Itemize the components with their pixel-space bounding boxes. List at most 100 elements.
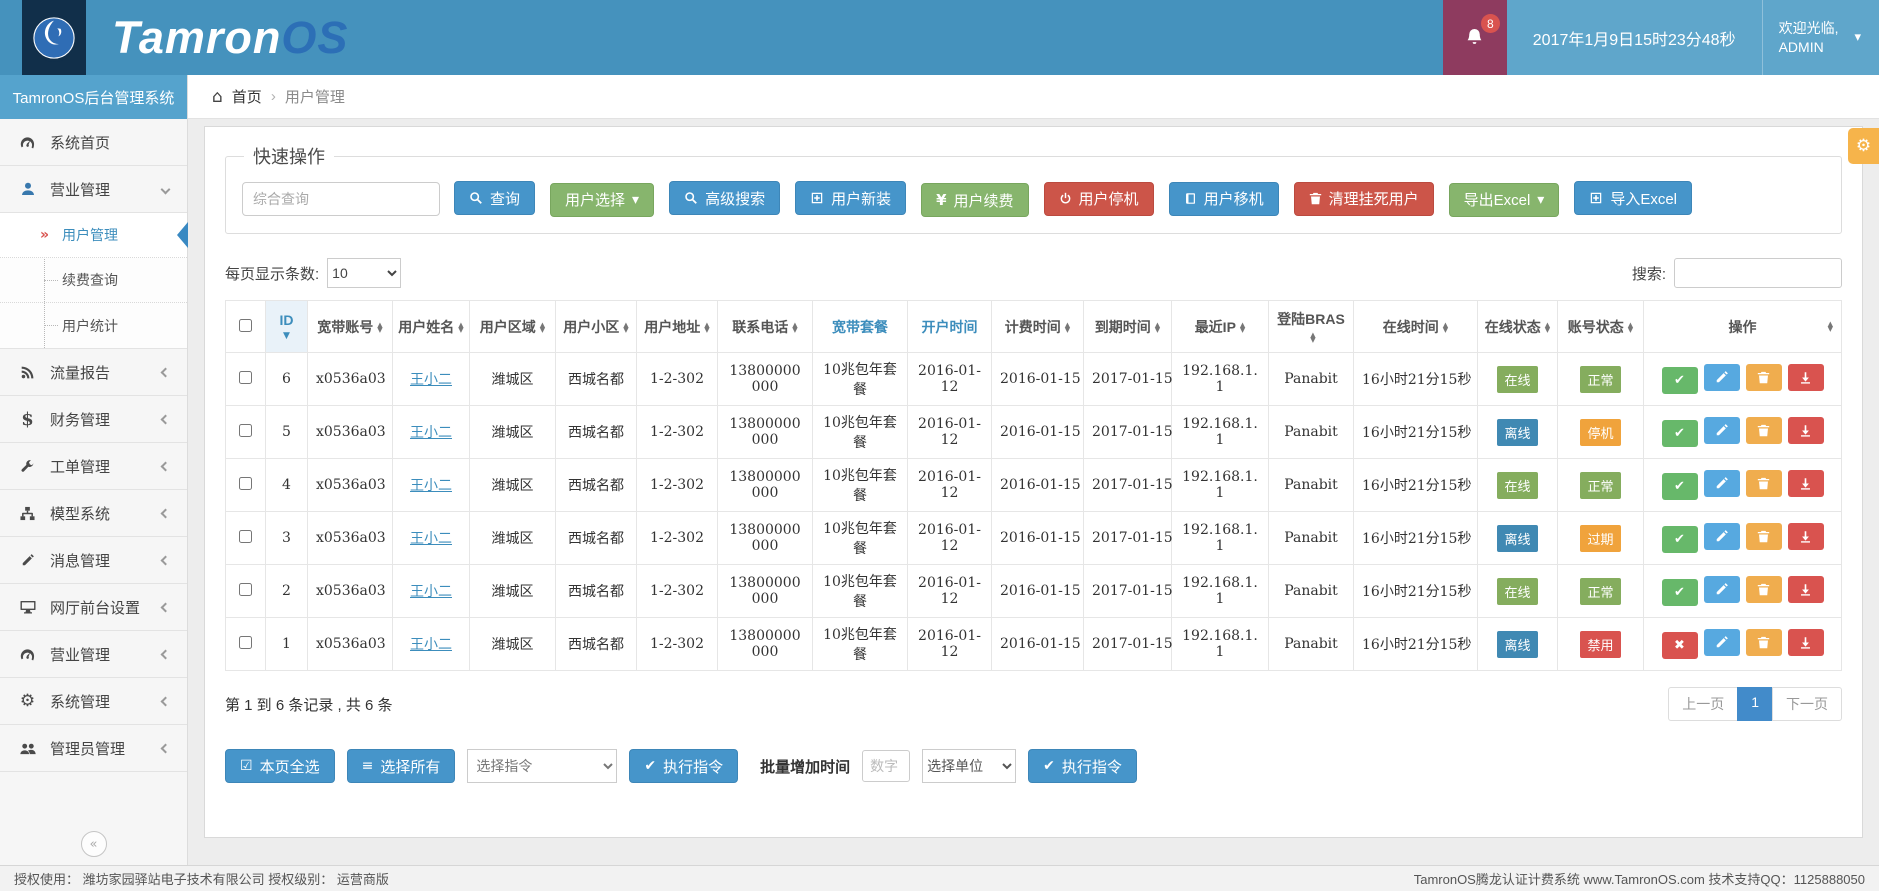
op-edit-button[interactable]	[1704, 417, 1740, 444]
col-header-account[interactable]: 宽带账号▲▼	[308, 301, 393, 353]
batch-number-input[interactable]	[862, 750, 910, 782]
settings-tab-button[interactable]: ⚙	[1848, 128, 1879, 164]
suspend-user-button[interactable]: 用户停机	[1044, 182, 1154, 216]
op-download-button[interactable]	[1788, 417, 1824, 444]
op-edit-button[interactable]	[1704, 629, 1740, 656]
col-header-region[interactable]: 用户区域▲▼	[470, 301, 556, 353]
op-edit-button[interactable]	[1704, 364, 1740, 391]
breadcrumb-home-link[interactable]: 首页	[232, 86, 262, 107]
sidebar-item-2[interactable]: 流量报告	[0, 349, 187, 396]
row-checkbox[interactable]	[239, 424, 252, 437]
user-name-link[interactable]: 王小二	[410, 478, 452, 494]
new-user-button[interactable]: 用户新装	[795, 181, 906, 215]
op-confirm-button[interactable]: ✔	[1662, 420, 1698, 447]
col-header-bras[interactable]: 登陆BRAS▲▼	[1269, 301, 1354, 353]
cell-open_time: 2016-01-12	[908, 512, 992, 565]
cleanup-dead-users-button[interactable]: 清理挂死用户	[1294, 182, 1434, 216]
col-header-open_time[interactable]: 开户时间	[908, 301, 992, 353]
user-name-link[interactable]: 王小二	[410, 637, 452, 653]
op-download-button[interactable]	[1788, 576, 1824, 603]
sidebar-item-9[interactable]: ⚙系统管理	[0, 678, 187, 725]
op-edit-button[interactable]	[1704, 576, 1740, 603]
sidebar-collapse-button[interactable]: «	[81, 831, 107, 857]
unit-select[interactable]: 选择单位	[922, 749, 1016, 783]
user-select-button[interactable]: 用户选择▾	[550, 183, 654, 217]
advanced-search-button[interactable]: 高级搜索	[669, 181, 780, 215]
col-header-community[interactable]: 用户小区▲▼	[556, 301, 637, 353]
op-download-button[interactable]	[1788, 629, 1824, 656]
op-disable-button[interactable]: ✖	[1662, 632, 1698, 659]
op-download-button[interactable]	[1788, 523, 1824, 550]
op-delete-button[interactable]	[1746, 523, 1782, 550]
select-page-button[interactable]: ☑ 本页全选	[225, 749, 335, 783]
op-confirm-button[interactable]: ✔	[1662, 526, 1698, 553]
sidebar-item-1[interactable]: 营业管理	[0, 166, 187, 213]
combined-query-input[interactable]	[242, 182, 440, 216]
col-header-id[interactable]: ID▼	[266, 301, 308, 353]
sidebar-subitem[interactable]: 续费查询	[0, 258, 187, 303]
col-header-bill_time[interactable]: 计费时间▲▼	[992, 301, 1084, 353]
command-select[interactable]: 选择指令	[467, 749, 617, 783]
col-header-name[interactable]: 用户姓名▲▼	[393, 301, 470, 353]
execute-command-button[interactable]: ✔ 执行指令	[629, 749, 738, 783]
download-icon	[1799, 530, 1812, 543]
sidebar-item-5[interactable]: 模型系统	[0, 490, 187, 537]
op-confirm-button[interactable]: ✔	[1662, 579, 1698, 606]
breadcrumb: ⌂ 首页 › 用户管理	[188, 75, 1879, 119]
col-header-phone[interactable]: 联系电话▲▼	[718, 301, 813, 353]
col-header-account_status[interactable]: 账号状态▲▼	[1558, 301, 1644, 353]
col-header-ip[interactable]: 最近IP▲▼	[1172, 301, 1269, 353]
notifications-button[interactable]: 8	[1443, 0, 1507, 75]
op-confirm-button[interactable]: ✔	[1662, 473, 1698, 500]
col-header-address[interactable]: 用户地址▲▼	[637, 301, 718, 353]
col-header-online_time[interactable]: 在线时间▲▼	[1354, 301, 1478, 353]
row-checkbox[interactable]	[239, 583, 252, 596]
op-download-button[interactable]	[1788, 364, 1824, 391]
select-all-button[interactable]: ≡ 选择所有	[347, 749, 456, 783]
user-name-link[interactable]: 王小二	[410, 372, 452, 388]
op-delete-button[interactable]	[1746, 629, 1782, 656]
pagination-next[interactable]: 下一页	[1772, 687, 1842, 721]
user-name-link[interactable]: 王小二	[410, 584, 452, 600]
pagination-prev[interactable]: 上一页	[1668, 687, 1738, 721]
move-user-button[interactable]: 用户移机	[1169, 182, 1279, 216]
sidebar-item-8[interactable]: 营业管理	[0, 631, 187, 678]
pagination-page-1[interactable]: 1	[1737, 687, 1773, 721]
op-download-button[interactable]	[1788, 470, 1824, 497]
table-search-input[interactable]	[1674, 258, 1842, 288]
col-header-online_status[interactable]: 在线状态▲▼	[1478, 301, 1558, 353]
notification-badge: 8	[1481, 14, 1500, 33]
sidebar-subitem[interactable]: »用户管理	[0, 213, 187, 258]
sidebar-item-10[interactable]: 管理员管理	[0, 725, 187, 772]
col-header-expire_time[interactable]: 到期时间▲▼	[1084, 301, 1172, 353]
sidebar-item-7[interactable]: 网厅前台设置	[0, 584, 187, 631]
sidebar-subitem[interactable]: 用户统计	[0, 303, 187, 348]
col-header-plan[interactable]: 宽带套餐	[813, 301, 908, 353]
user-name-link[interactable]: 王小二	[410, 425, 452, 441]
sidebar-item-6[interactable]: 消息管理	[0, 537, 187, 584]
query-button[interactable]: 查询	[454, 181, 535, 215]
op-delete-button[interactable]	[1746, 417, 1782, 444]
op-edit-button[interactable]	[1704, 523, 1740, 550]
user-menu[interactable]: 欢迎光临, ADMIN ▾	[1762, 0, 1879, 75]
import-excel-button[interactable]: 导入Excel	[1574, 181, 1692, 215]
sidebar-item-4[interactable]: 工单管理	[0, 443, 187, 490]
op-delete-button[interactable]	[1746, 364, 1782, 391]
op-confirm-button[interactable]: ✔	[1662, 367, 1698, 394]
op-delete-button[interactable]	[1746, 470, 1782, 497]
export-excel-button[interactable]: 导出Excel▾	[1449, 183, 1560, 217]
sidebar-item-3[interactable]: $财务管理	[0, 396, 187, 443]
row-checkbox[interactable]	[239, 477, 252, 490]
execute-time-button[interactable]: ✔ 执行指令	[1028, 749, 1137, 783]
col-header-ops[interactable]: 操作▲▼	[1644, 301, 1842, 353]
sidebar-item-0[interactable]: 系统首页	[0, 119, 187, 166]
select-all-checkbox[interactable]	[239, 319, 252, 332]
per-page-select[interactable]: 10	[327, 258, 401, 288]
user-name-link[interactable]: 王小二	[410, 531, 452, 547]
op-edit-button[interactable]	[1704, 470, 1740, 497]
row-checkbox[interactable]	[239, 530, 252, 543]
row-checkbox[interactable]	[239, 371, 252, 384]
row-checkbox[interactable]	[239, 636, 252, 649]
op-delete-button[interactable]	[1746, 576, 1782, 603]
renew-user-button[interactable]: ¥用户续费	[921, 183, 1028, 217]
